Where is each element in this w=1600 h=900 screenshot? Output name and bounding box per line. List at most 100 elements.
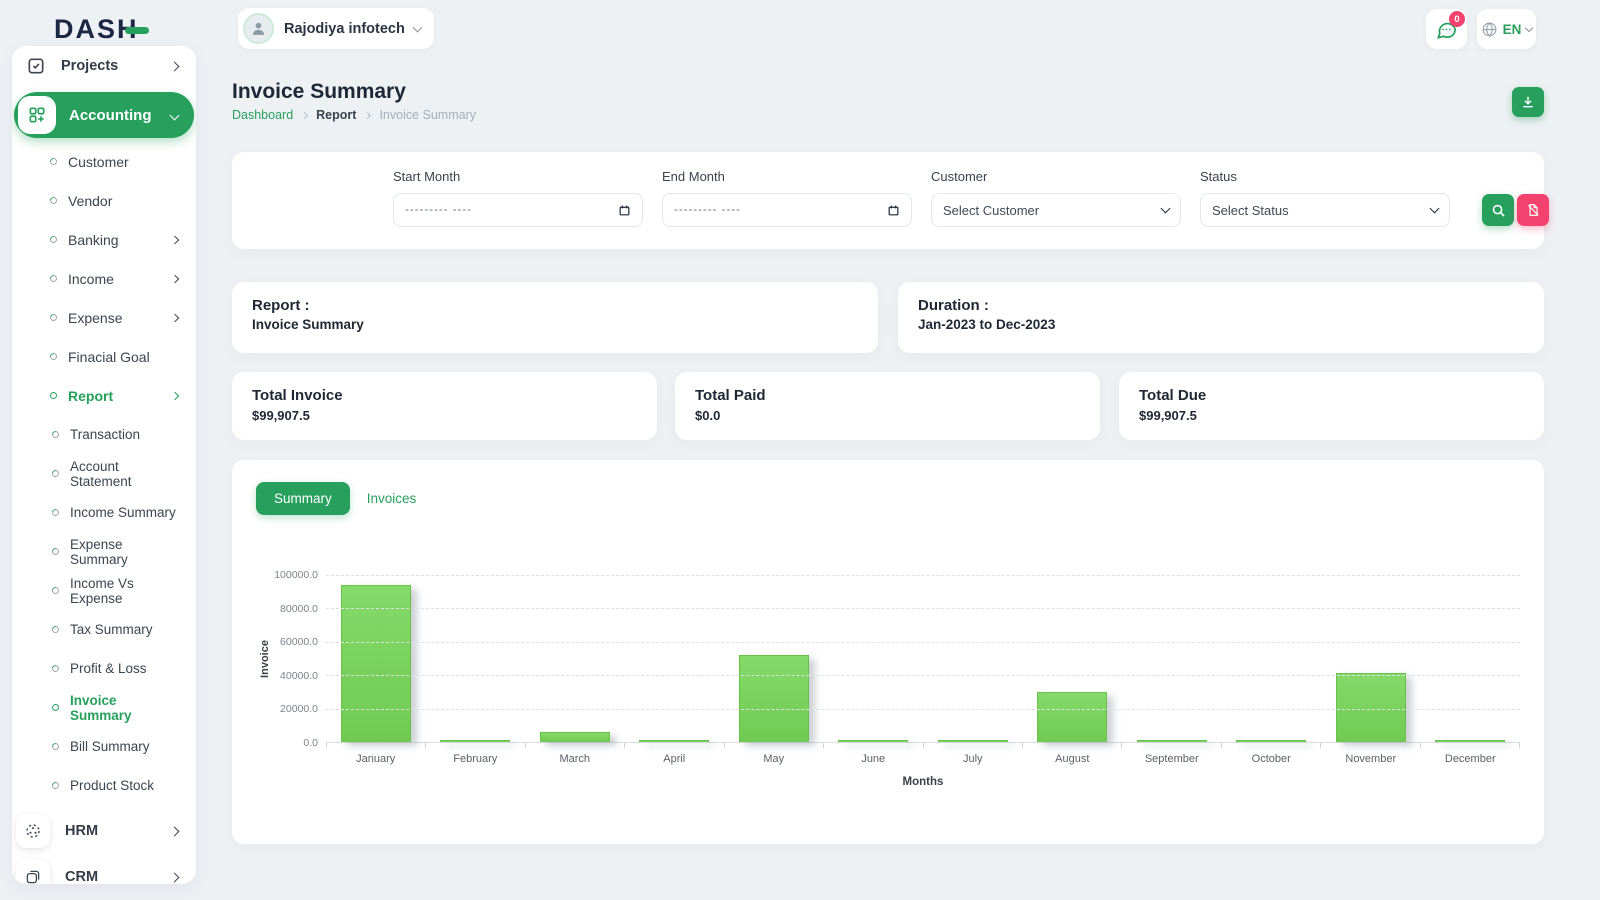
bar-september[interactable] <box>1137 740 1207 742</box>
sidebar-item-label: Profit & Loss <box>70 661 147 676</box>
x-tick-label: July <box>923 753 1023 765</box>
status-select-value: Select Status <box>1212 203 1289 218</box>
bar-october[interactable] <box>1236 740 1306 742</box>
bar-slot <box>1421 575 1521 742</box>
duration-value: Jan-2023 to Dec-2023 <box>918 317 1524 332</box>
sidebar-item-label: Accounting <box>69 107 152 124</box>
chart-plot <box>326 575 1520 743</box>
sidebar-item-vendor[interactable]: Vendor <box>12 181 196 220</box>
y-tick-label: 20000.0 <box>280 703 318 715</box>
sidebar-item-profit-loss[interactable]: Profit & Loss <box>12 649 196 688</box>
x-tick-label: September <box>1122 753 1222 765</box>
sidebar-item-income-vs-expense[interactable]: Income Vs Expense <box>12 571 196 610</box>
bar-december[interactable] <box>1435 740 1505 742</box>
bars-row <box>326 575 1520 742</box>
sidebar-item-label: Finacial Goal <box>68 349 150 365</box>
breadcrumb-dashboard[interactable]: Dashboard <box>232 108 293 122</box>
sidebar-item-income-summary[interactable]: Income Summary <box>12 493 196 532</box>
user-icon <box>250 20 267 37</box>
sidebar-item-label: Invoice Summary <box>70 693 178 723</box>
accounting-icon <box>27 105 47 125</box>
tab-invoices[interactable]: Invoices <box>367 491 417 506</box>
bullet-icon <box>49 235 59 245</box>
sidebar-item-accounting[interactable]: Accounting <box>14 92 194 138</box>
breadcrumb-report[interactable]: Report <box>316 108 356 122</box>
sidebar-item-label: Expense Summary <box>70 537 178 567</box>
breadcrumb-current: Invoice Summary <box>379 108 476 122</box>
bar-february[interactable] <box>440 740 510 742</box>
bullet-icon <box>49 157 59 167</box>
bar-august[interactable] <box>1037 692 1107 742</box>
sidebar-item-product-stock[interactable]: Product Stock <box>12 766 196 805</box>
bar-slot <box>1122 575 1222 742</box>
download-icon <box>1521 95 1535 109</box>
tab-summary[interactable]: Summary <box>256 482 350 515</box>
chevron-right-icon <box>170 872 180 882</box>
sidebar-item-report[interactable]: Report <box>12 376 196 415</box>
sidebar-item-label: Tax Summary <box>70 622 153 637</box>
y-tick-label: 100000.0 <box>274 569 318 581</box>
download-button[interactable] <box>1512 87 1544 117</box>
sidebar-item-banking[interactable]: Banking <box>12 220 196 259</box>
sidebar-item-account-statement[interactable]: Account Statement <box>12 454 196 493</box>
bar-may[interactable] <box>739 655 809 742</box>
start-month-field: Start Month --------- ---- <box>393 169 643 227</box>
gridline <box>326 675 1520 676</box>
duration-info-card: Duration : Jan-2023 to Dec-2023 <box>898 282 1544 353</box>
bar-march[interactable] <box>540 732 610 742</box>
bar-november[interactable] <box>1336 673 1406 742</box>
x-tick <box>624 743 723 748</box>
notifications-button[interactable]: 0 <box>1426 9 1467 49</box>
sidebar-item-finacial-goal[interactable]: Finacial Goal <box>12 337 196 376</box>
x-axis-ticks <box>326 743 1520 748</box>
language-selector[interactable]: EN <box>1477 9 1536 49</box>
sidebar-item-bill-summary[interactable]: Bill Summary <box>12 727 196 766</box>
chevron-right-icon <box>171 313 179 321</box>
end-month-input[interactable]: --------- ---- <box>662 193 912 227</box>
sidebar-item-income[interactable]: Income <box>12 259 196 298</box>
sidebar-item-label: HRM <box>65 823 98 839</box>
bar-april[interactable] <box>639 740 709 742</box>
bar-slot <box>724 575 824 742</box>
sidebar-item-customer[interactable]: Customer <box>12 142 196 181</box>
bullet-icon <box>51 664 61 674</box>
start-month-input[interactable]: --------- ---- <box>393 193 643 227</box>
bullet-icon <box>49 313 59 323</box>
customer-select[interactable]: Select Customer <box>931 193 1181 227</box>
bullet-icon <box>51 586 61 596</box>
calendar-icon[interactable] <box>887 204 900 217</box>
calendar-icon[interactable] <box>618 204 631 217</box>
bar-slot <box>525 575 625 742</box>
sidebar-item-crm[interactable]: CRM <box>12 854 196 884</box>
reset-button[interactable] <box>1517 194 1549 226</box>
sidebar-item-expense-summary[interactable]: Expense Summary <box>12 532 196 571</box>
page-title: Invoice Summary <box>232 80 406 104</box>
sidebar-item-transaction[interactable]: Transaction <box>12 415 196 454</box>
bar-slot <box>625 575 725 742</box>
bar-july[interactable] <box>938 740 1008 742</box>
x-tick <box>1121 743 1220 748</box>
crm-icon-tile <box>16 860 50 884</box>
search-button[interactable] <box>1482 194 1514 226</box>
bar-slot <box>1023 575 1123 742</box>
x-tick-label: April <box>625 753 725 765</box>
sidebar-item-invoice-summary[interactable]: Invoice Summary <box>12 688 196 727</box>
search-icon <box>1491 203 1506 218</box>
x-tick <box>1420 743 1520 748</box>
status-select[interactable]: Select Status <box>1200 193 1450 227</box>
x-tick <box>525 743 624 748</box>
chevron-right-icon <box>301 111 308 118</box>
x-tick-label: January <box>326 753 426 765</box>
x-tick <box>425 743 524 748</box>
x-tick <box>1022 743 1121 748</box>
bar-june[interactable] <box>838 740 908 742</box>
stat-label: Total Due <box>1139 387 1524 404</box>
company-dropdown[interactable]: Rajodiya infotech <box>238 8 434 49</box>
y-tick-label: 80000.0 <box>280 603 318 615</box>
sidebar-item-expense[interactable]: Expense <box>12 298 196 337</box>
sidebar-item-tax-summary[interactable]: Tax Summary <box>12 610 196 649</box>
sidebar-item-projects[interactable]: Projects <box>12 46 196 88</box>
total-due-card: Total Due $99,907.5 <box>1119 372 1544 440</box>
total-paid-card: Total Paid $0.0 <box>675 372 1100 440</box>
sidebar-item-hrm[interactable]: HRM <box>12 808 196 854</box>
